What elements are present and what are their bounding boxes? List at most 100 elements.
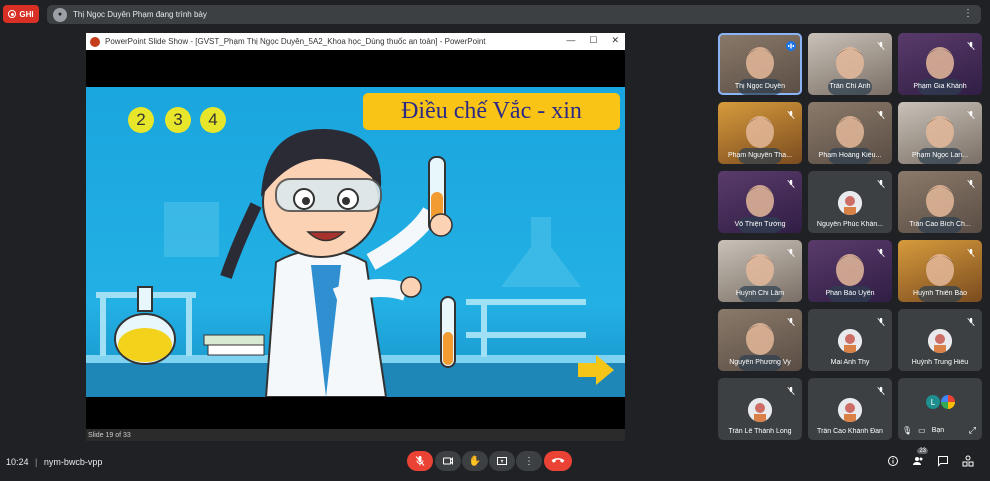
presenter-avatar: ● xyxy=(53,7,67,22)
raise-hand-button[interactable]: ✋ xyxy=(462,451,488,471)
mic-off-icon xyxy=(415,456,425,466)
mic-off-icon xyxy=(876,107,886,120)
participant-name: Huỳnh Chi Lâm xyxy=(735,290,785,297)
participant-name: Trần Lê Thành Long xyxy=(728,428,792,435)
participant-name: Thị Ngọc Duyên xyxy=(734,83,786,90)
self-label: Bạn xyxy=(931,427,945,434)
participant-name: Phạm Gia Khánh xyxy=(913,83,967,90)
participant-name: Trần Chí Anh xyxy=(829,83,871,90)
participant-name: Mai Anh Thy xyxy=(830,359,870,366)
participant-name: Huỳnh Thiên Bảo xyxy=(913,290,967,297)
self-tile[interactable]: L 🎙 ▭ Bạn ⤢ xyxy=(898,378,982,440)
more-options-button[interactable]: ⋮ xyxy=(516,451,542,471)
participant-tile[interactable]: Trần Lê Thành Long xyxy=(718,378,802,440)
people-icon xyxy=(912,457,922,465)
mic-off-icon xyxy=(786,314,796,327)
meeting-info-separator: | xyxy=(35,457,38,467)
people-count-badge: 23 xyxy=(917,448,928,454)
participant-name: Trần Cao Bích Ch... xyxy=(909,221,971,228)
more-options-icon[interactable]: ⋮ xyxy=(963,8,973,19)
mic-off-icon xyxy=(786,245,796,258)
people-button[interactable]: 23 xyxy=(911,448,928,468)
powerpoint-logo-icon xyxy=(90,36,100,47)
account-icon xyxy=(941,395,955,409)
participant-tile[interactable]: Trần Cao Bích Ch... xyxy=(898,171,982,233)
scientist-illustration xyxy=(86,128,625,397)
participant-name: Phạm Hoàng Kiều... xyxy=(818,152,882,159)
presenting-text: Thị Ngọc Duyên Phạm đang trình bày xyxy=(73,10,207,19)
self-avatar: L xyxy=(926,395,940,409)
mic-off-button[interactable] xyxy=(407,451,433,471)
participant-tile[interactable]: Phan Bảo Uyên xyxy=(808,240,892,302)
participant-tile[interactable]: Phạm Hoàng Kiều... xyxy=(808,102,892,164)
record-icon xyxy=(8,10,17,18)
ppt-window-title: PowerPoint Slide Show - [GVST_Phạm Thị N… xyxy=(105,37,486,46)
avatar xyxy=(748,398,772,422)
mic-off-icon xyxy=(966,176,976,189)
participant-tile[interactable]: Mai Anh Thy xyxy=(808,309,892,371)
meeting-details-button[interactable] xyxy=(886,454,900,468)
presenting-banner[interactable]: ● Thị Ngọc Duyên Phạm đang trình bày ⋮ xyxy=(47,5,981,24)
chat-icon xyxy=(938,456,948,467)
participant-tile[interactable]: Trần Chí Anh xyxy=(808,33,892,95)
participant-tile[interactable]: Phạm Gia Khánh xyxy=(898,33,982,95)
camera-icon xyxy=(443,457,453,465)
participant-tile[interactable]: Huỳnh Trung Hiếu xyxy=(898,309,982,371)
participant-name: Phạm Nguyễn Tha... xyxy=(727,152,793,159)
speaking-icon xyxy=(786,38,796,51)
slide-counter: Slide 19 of 33 xyxy=(88,431,131,439)
recording-label: GHI xyxy=(19,9,34,19)
slide: 2 3 4 Điều chế Vắc - xin xyxy=(86,87,625,397)
participant-tile[interactable]: Nguyễn Phương Vy xyxy=(718,309,802,371)
mic-off-icon xyxy=(966,314,976,327)
camera-icon[interactable]: ▭ xyxy=(918,426,926,435)
top-bar: GHI ● Thị Ngọc Duyên Phạm đang trình bày… xyxy=(0,0,990,28)
mic-off-icon xyxy=(876,314,886,327)
participant-name: Huỳnh Trung Hiếu xyxy=(911,359,969,366)
participant-name: Phan Bảo Uyên xyxy=(825,290,875,297)
ppt-title-bar: PowerPoint Slide Show - [GVST_Phạm Thị N… xyxy=(86,33,625,50)
participant-tile[interactable]: Thị Ngọc Duyên xyxy=(718,33,802,95)
participant-tile[interactable]: Nguyễn Phúc Khán... xyxy=(808,171,892,233)
presentation-window: PowerPoint Slide Show - [GVST_Phạm Thị N… xyxy=(86,33,625,441)
participant-tile[interactable]: Võ Thiện Tường xyxy=(718,171,802,233)
participant-tile[interactable]: Huỳnh Thiên Bảo xyxy=(898,240,982,302)
mic-off-icon[interactable]: 🎙 xyxy=(902,426,912,435)
maximize-icon[interactable]: ☐ xyxy=(589,35,597,46)
mic-off-icon xyxy=(876,176,886,189)
end-call-button[interactable] xyxy=(544,451,572,471)
present-icon xyxy=(497,457,507,465)
activities-button[interactable] xyxy=(961,454,975,468)
participant-tile[interactable]: Trần Cao Khánh Đan xyxy=(808,378,892,440)
close-icon[interactable]: ✕ xyxy=(611,35,619,46)
minimize-icon[interactable]: — xyxy=(566,35,575,46)
participant-name: Nguyễn Phương Vy xyxy=(729,359,791,366)
participant-name: Nguyễn Phúc Khán... xyxy=(816,221,884,228)
more-vert-icon: ⋮ xyxy=(524,455,534,467)
participant-name: Phạm Ngọc Lan... xyxy=(911,152,969,159)
mic-off-icon xyxy=(966,38,976,51)
mic-off-icon xyxy=(876,383,886,396)
avatar xyxy=(838,329,862,353)
expand-icon[interactable]: ⤢ xyxy=(969,425,976,436)
participant-tile[interactable]: Huỳnh Chi Lâm xyxy=(718,240,802,302)
ppt-status-bar: Slide 19 of 33 xyxy=(86,429,625,441)
bottom-bar: 10:24 | nym-bwcb-vpp ✋ ⋮ 23 xyxy=(0,445,990,481)
present-screen-button[interactable] xyxy=(489,451,515,471)
participant-tile[interactable]: Phạm Ngọc Lan... xyxy=(898,102,982,164)
meeting-code: nym-bwcb-vpp xyxy=(43,457,103,467)
camera-button[interactable] xyxy=(435,451,461,471)
mic-off-icon xyxy=(786,107,796,120)
activities-icon xyxy=(962,455,974,467)
participant-name: Võ Thiện Tường xyxy=(734,221,786,228)
avatar xyxy=(928,329,952,353)
mic-off-icon xyxy=(786,383,796,396)
participant-tile[interactable]: Phạm Nguyễn Tha... xyxy=(718,102,802,164)
meeting-info: 10:24 | nym-bwcb-vpp xyxy=(6,457,102,467)
mic-off-icon xyxy=(966,245,976,258)
avatar xyxy=(838,191,862,215)
clock-time: 10:24 xyxy=(6,457,29,467)
end-call-icon xyxy=(551,458,565,463)
recording-badge[interactable]: GHI xyxy=(3,5,39,23)
chat-button[interactable] xyxy=(936,454,950,468)
